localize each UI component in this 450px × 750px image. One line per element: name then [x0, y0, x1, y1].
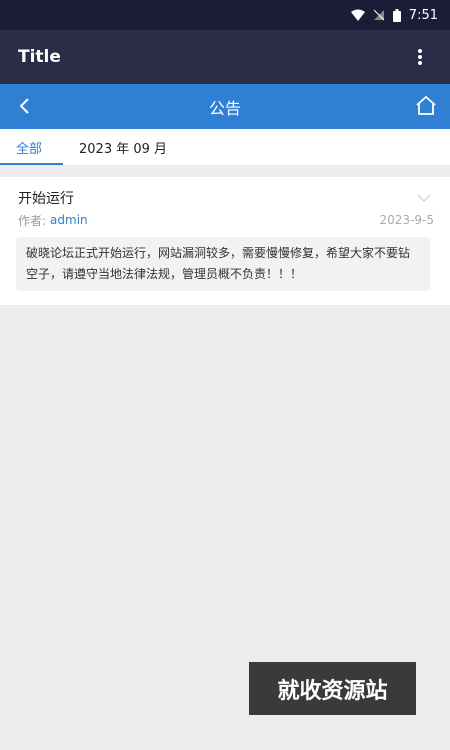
post-date: 2023-9-5 [379, 213, 434, 227]
tab-2023-09[interactable]: 2023 年 09 月 [63, 129, 183, 165]
announcement-card[interactable]: 开始运行 作者: admin 2023-9-5 破晓论坛正式开始运行，网站漏洞较… [0, 177, 450, 305]
post-title: 开始运行 [18, 191, 74, 207]
tab-all[interactable]: 全部 [0, 129, 63, 165]
tab-label: 全部 [16, 141, 43, 157]
post-content: 破晓论坛正式开始运行，网站漏洞较多，需要慢慢修复，希望大家不要钻空子，请遵守当地… [16, 237, 430, 291]
app-bar: Title [0, 30, 450, 84]
chevron-down-icon[interactable] [416, 190, 432, 206]
page-title: 公告 [208, 98, 241, 118]
battery-icon [392, 8, 401, 22]
nav-bar: 公告 [0, 84, 450, 129]
home-icon[interactable] [414, 94, 438, 118]
wifi-icon [350, 9, 365, 21]
app-title: Title [18, 47, 61, 67]
no-sim-icon [373, 9, 385, 21]
status-time: 7:51 [408, 7, 438, 23]
watermark: 就收资源站 [249, 662, 416, 715]
tab-bar: 全部 2023 年 09 月 [0, 129, 450, 165]
tab-label: 2023 年 09 月 [79, 141, 168, 157]
back-arrow-icon[interactable] [14, 94, 38, 118]
status-bar: 7:51 [0, 0, 450, 30]
author-link[interactable]: admin [50, 213, 88, 227]
author-label: 作者: [18, 213, 47, 228]
more-options-icon[interactable] [408, 45, 432, 69]
